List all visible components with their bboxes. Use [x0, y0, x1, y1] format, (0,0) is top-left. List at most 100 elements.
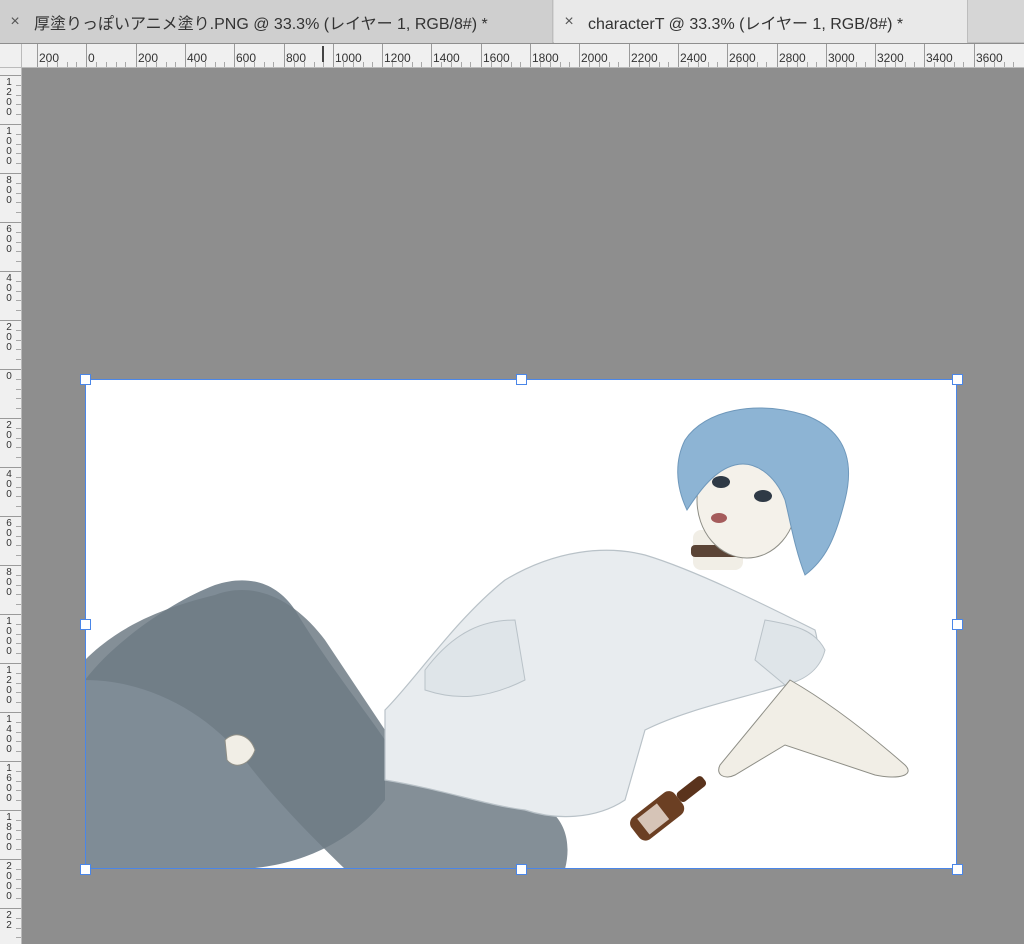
v-ruler-minor-tick [16, 820, 21, 821]
v-ruler-minor-tick [16, 585, 21, 586]
h-ruler-major-tick [382, 44, 383, 67]
v-ruler-minor-tick [16, 849, 21, 850]
v-ruler-minor-tick [16, 555, 21, 556]
v-ruler-label: 1200 [6, 77, 12, 118]
v-ruler-minor-tick [16, 134, 21, 135]
vertical-ruler[interactable]: 1200100080060040020002004006008001000120… [0, 68, 22, 944]
h-ruler-minor-tick [125, 62, 126, 67]
h-ruler-minor-tick [106, 62, 107, 67]
h-ruler-minor-tick [76, 62, 77, 67]
v-ruler-minor-tick [16, 496, 21, 497]
h-ruler-major-tick [629, 44, 630, 67]
h-ruler-major-tick [136, 44, 137, 67]
v-ruler-label: 1000 [6, 126, 12, 167]
v-ruler-minor-tick [16, 163, 21, 164]
h-ruler-major-tick [431, 44, 432, 67]
v-ruler-major-tick [0, 614, 21, 615]
h-ruler-minor-tick [1013, 62, 1014, 67]
v-ruler-minor-tick [16, 212, 21, 213]
v-ruler-label: 400 [6, 469, 12, 500]
close-tab-2-icon[interactable]: × [556, 13, 582, 31]
v-ruler-minor-tick [16, 114, 21, 115]
v-ruler-minor-tick [16, 624, 21, 625]
ruler-origin-corner[interactable] [0, 44, 22, 68]
h-ruler-minor-tick [698, 62, 699, 67]
horizontal-ruler[interactable]: 200 0 200 400 600 800 1000 1200 1400 1600 1800 2000… [22, 44, 1024, 68]
h-ruler-minor-tick [757, 62, 758, 67]
h-ruler-label: 0 [88, 51, 95, 65]
v-ruler-minor-tick [16, 888, 21, 889]
v-ruler-label: 200 [6, 322, 12, 353]
h-ruler-label: 2400 [680, 51, 707, 65]
h-ruler-major-tick [234, 44, 235, 67]
v-ruler-major-tick [0, 271, 21, 272]
v-ruler-minor-tick [16, 918, 21, 919]
v-ruler-minor-tick [16, 349, 21, 350]
v-ruler-major-tick [0, 712, 21, 713]
v-ruler-label: 0 [6, 371, 12, 382]
h-ruler-minor-tick [451, 62, 452, 67]
v-ruler-minor-tick [16, 261, 21, 262]
h-ruler-minor-tick [589, 62, 590, 67]
v-ruler-minor-tick [16, 741, 21, 742]
v-ruler-major-tick [0, 663, 21, 664]
h-ruler-minor-tick [688, 62, 689, 67]
close-tab-1-icon[interactable]: × [2, 13, 28, 31]
h-ruler-minor-tick [787, 62, 788, 67]
h-ruler-minor-tick [402, 62, 403, 67]
h-ruler-minor-tick [994, 62, 995, 67]
h-ruler-minor-tick [47, 62, 48, 67]
v-ruler-major-tick [0, 173, 21, 174]
h-ruler-minor-tick [639, 62, 640, 67]
v-ruler-minor-tick [16, 594, 21, 595]
h-ruler-minor-tick [865, 62, 866, 67]
h-ruler-minor-tick [372, 62, 373, 67]
h-ruler-minor-tick [166, 62, 167, 67]
h-ruler-major-tick [333, 44, 334, 67]
v-ruler-major-tick [0, 859, 21, 860]
v-ruler-minor-tick [16, 104, 21, 105]
document-tab-1-label: 厚塗りっぽいアニメ塗り.PNG @ 33.3% (レイヤー 1, RGB/8#)… [34, 15, 488, 33]
h-ruler-minor-tick [905, 62, 906, 67]
v-ruler-minor-tick [16, 477, 21, 478]
v-ruler-major-tick [0, 565, 21, 566]
v-ruler-minor-tick [16, 702, 21, 703]
h-ruler-minor-tick [195, 62, 196, 67]
v-ruler-label: 1600 [6, 763, 12, 804]
h-ruler-minor-tick [609, 62, 610, 67]
v-ruler-minor-tick [16, 928, 21, 929]
h-ruler-major-tick [481, 44, 482, 67]
h-ruler-minor-tick [304, 62, 305, 67]
v-ruler-label: 1800 [6, 812, 12, 853]
artboard-image[interactable] [85, 380, 957, 869]
h-ruler-minor-tick [885, 62, 886, 67]
character-illustration [85, 407, 909, 869]
h-ruler-minor-tick [618, 62, 619, 67]
v-ruler-major-tick [0, 320, 21, 321]
v-ruler-minor-tick [16, 898, 21, 899]
h-ruler-major-tick [777, 44, 778, 67]
h-ruler-label: 3600 [976, 51, 1003, 65]
v-ruler-minor-tick [16, 447, 21, 448]
h-ruler-label: 2800 [779, 51, 806, 65]
h-ruler-minor-tick [314, 62, 315, 67]
v-ruler-minor-tick [16, 643, 21, 644]
v-ruler-minor-tick [16, 281, 21, 282]
h-ruler-label: 1800 [532, 51, 559, 65]
v-ruler-label: 400 [6, 273, 12, 304]
h-ruler-minor-tick [421, 62, 422, 67]
h-ruler-minor-tick [244, 62, 245, 67]
h-ruler-minor-tick [470, 62, 471, 67]
document-tab-2[interactable]: × characterT @ 33.3% (レイヤー 1, RGB/8#) * [554, 0, 968, 43]
v-ruler-minor-tick [16, 340, 21, 341]
v-ruler-label: 200 [6, 420, 12, 451]
v-ruler-label: 1400 [6, 714, 12, 755]
h-ruler-minor-tick [797, 62, 798, 67]
v-ruler-major-tick [0, 516, 21, 517]
v-ruler-label: 22 [6, 910, 12, 931]
h-ruler-major-tick [37, 44, 38, 67]
v-ruler-minor-tick [16, 722, 21, 723]
document-tab-1[interactable]: × 厚塗りっぽいアニメ塗り.PNG @ 33.3% (レイヤー 1, RGB/8… [0, 0, 553, 43]
h-ruler-minor-tick [944, 62, 945, 67]
v-ruler-label: 800 [6, 567, 12, 598]
